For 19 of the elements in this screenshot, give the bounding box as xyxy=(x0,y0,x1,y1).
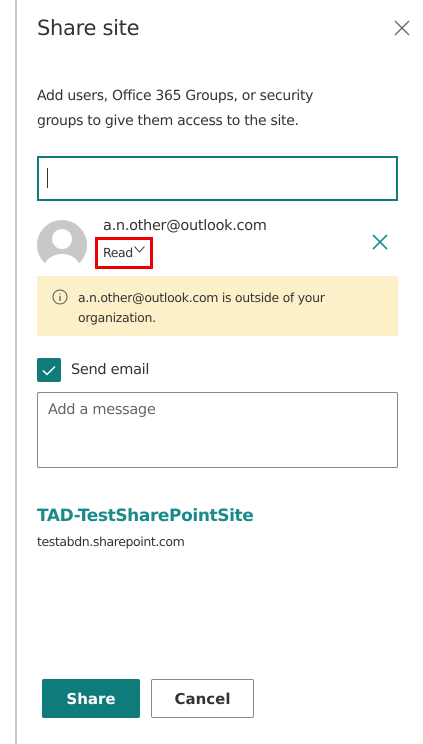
send-email-checkbox[interactable] xyxy=(37,358,61,382)
info-icon xyxy=(52,289,68,305)
send-email-label: Send email xyxy=(71,362,150,378)
cancel-button[interactable]: Cancel xyxy=(151,679,254,718)
site-url: testabdn.sharepoint.com xyxy=(37,534,184,549)
warning-text: a.n.other@outlook.com is outside of your organization. xyxy=(78,289,326,327)
panel-title: Share site xyxy=(37,16,140,40)
checkmark-icon xyxy=(42,364,56,376)
chevron-down-icon xyxy=(134,246,145,253)
close-icon[interactable] xyxy=(394,20,410,36)
description: Add users, Office 365 Groups, or security groups to give them access to the site. xyxy=(37,87,314,131)
recipient-email: a.n.other@outlook.com xyxy=(103,218,267,234)
people-input-field[interactable] xyxy=(37,156,398,201)
avatar-icon xyxy=(37,220,87,270)
remove-icon[interactable] xyxy=(372,234,388,250)
share-button[interactable]: Share xyxy=(42,679,140,718)
message-field[interactable]: Add a message xyxy=(37,392,398,468)
site-name: TAD-TestSharePointSite xyxy=(37,506,254,526)
permission-dropdown[interactable]: Read xyxy=(95,237,153,269)
